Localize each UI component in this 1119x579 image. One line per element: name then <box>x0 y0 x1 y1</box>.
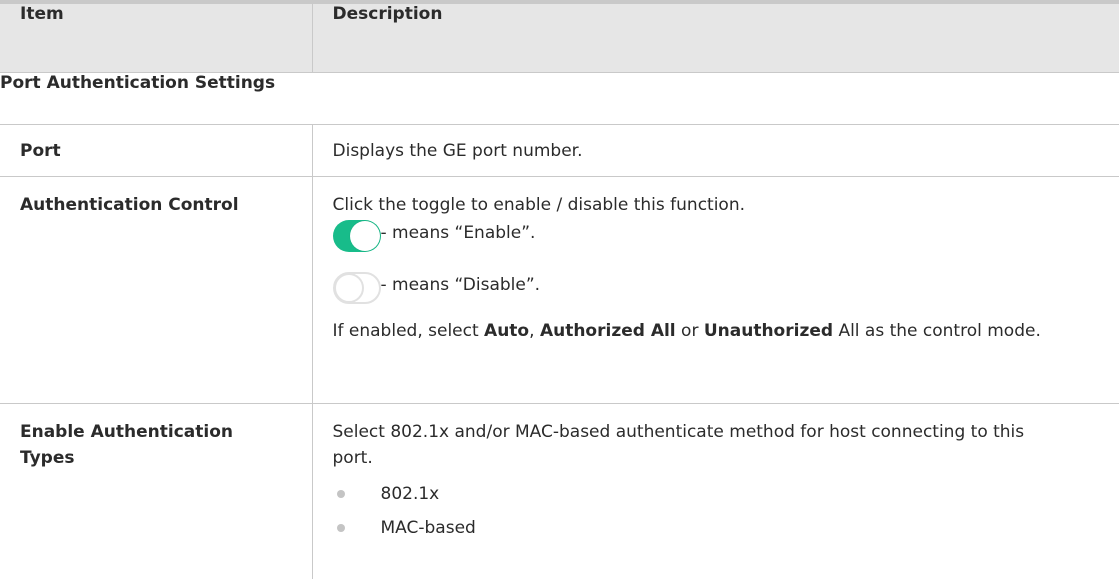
types-list: 802.1x MAC-based <box>333 477 1119 545</box>
note-suffix: All as the control mode. <box>833 321 1041 341</box>
toggle-enable-line: - means “Enable”. <box>333 220 1119 252</box>
note-unauthorized: Unauthorized <box>704 321 833 341</box>
control-mode-note: If enabled, select Auto, Authorized All … <box>333 318 1073 344</box>
item-authentication-control: Authentication Control <box>0 177 312 404</box>
toggle-intro: Click the toggle to enable / disable thi… <box>333 192 1119 218</box>
note-auto: Auto <box>484 321 529 341</box>
description-port: Displays the GE port number. <box>312 125 1119 177</box>
types-intro: Select 802.1x and/or MAC-based authentic… <box>333 419 1053 471</box>
header-description: Description <box>312 4 1119 73</box>
note-authorized-all: Authorized All <box>540 321 676 341</box>
bullet-icon <box>337 524 345 532</box>
section-title: Port Authentication Settings <box>0 73 1119 125</box>
toggle-on-icon <box>333 220 381 252</box>
table-row: Enable Authentication Types Select 802.1… <box>0 404 1119 579</box>
header-item: Item <box>0 4 312 73</box>
note-separator: or <box>676 321 704 341</box>
toggle-disable-line: - means “Disable”. <box>333 262 1119 304</box>
table-row: Authentication Control Click the toggle … <box>0 177 1119 404</box>
settings-table: Item Description Port Authentication Set… <box>0 4 1119 579</box>
note-prefix: If enabled, select <box>333 321 485 341</box>
toggle-enable-text: - means “Enable”. <box>381 220 536 246</box>
document-page: Item Description Port Authentication Set… <box>0 0 1119 563</box>
toggle-off-icon <box>333 272 381 304</box>
description-enable-authentication-types: Select 802.1x and/or MAC-based authentic… <box>312 404 1119 579</box>
table-row: Port Displays the GE port number. <box>0 125 1119 177</box>
item-authentication-control-label: Authentication Control <box>20 192 260 218</box>
item-enable-authentication-types: Enable Authentication Types <box>0 404 312 579</box>
table-header-row: Item Description <box>0 4 1119 73</box>
list-item-text: MAC-based <box>381 515 476 541</box>
item-enable-authentication-types-label: Enable Authentication Types <box>20 419 290 471</box>
item-port: Port <box>0 125 312 177</box>
list-item-text: 802.1x <box>381 481 440 507</box>
note-separator: , <box>529 321 540 341</box>
bullet-icon <box>337 490 345 498</box>
list-item: 802.1x <box>333 477 1119 511</box>
toggle-disable-text: - means “Disable”. <box>381 272 541 298</box>
list-item: MAC-based <box>333 511 1119 545</box>
description-authentication-control: Click the toggle to enable / disable thi… <box>312 177 1119 404</box>
section-row: Port Authentication Settings <box>0 73 1119 125</box>
